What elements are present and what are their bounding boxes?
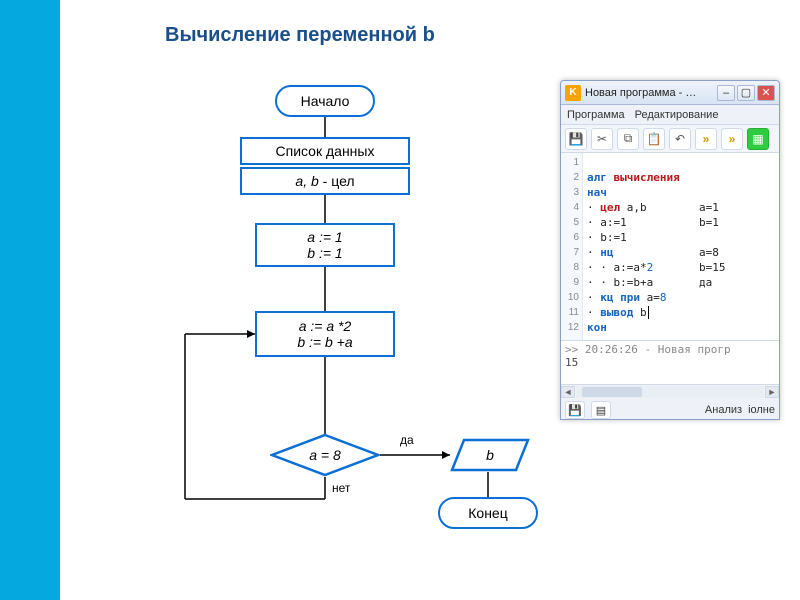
- left-sidebar: [0, 0, 60, 600]
- flow-loop-b: b := b +a: [297, 334, 352, 350]
- ide-menubar: Программа Редактирование: [561, 105, 779, 125]
- flow-edge-no: нет: [332, 481, 350, 495]
- h-scrollbar[interactable]: ◄ ►: [561, 385, 779, 399]
- app-icon: K: [565, 85, 581, 101]
- status-save-icon[interactable]: 💾: [565, 401, 585, 419]
- maximize-button[interactable]: ▢: [737, 85, 755, 101]
- flow-data-header: Список данных: [240, 137, 410, 165]
- undo-icon[interactable]: ↶: [669, 128, 691, 150]
- flow-decision: a = 8: [270, 433, 380, 477]
- flow-end-label: Конец: [468, 505, 507, 521]
- flow-data-decl-label: a, b - цел: [295, 173, 354, 189]
- scroll-left-icon[interactable]: ◄: [561, 386, 575, 398]
- status-analysis[interactable]: Анализ: [705, 404, 742, 416]
- scroll-thumb[interactable]: [582, 387, 642, 397]
- scroll-right-icon[interactable]: ►: [765, 386, 779, 398]
- ide-toolbar: 💾 ✂ ⧉ 📋 ↶ » » ▦: [561, 125, 779, 153]
- page-title: Вычисление переменной b: [165, 24, 435, 47]
- flow-end: Конец: [438, 497, 538, 529]
- code-editor[interactable]: 1 2 3 4 5 6 7 8 9 10 11 12 алг вычислени…: [561, 153, 779, 341]
- flow-init: a := 1 b := 1: [255, 223, 395, 267]
- menu-program[interactable]: Программа: [567, 109, 625, 121]
- flow-init-b: b := 1: [307, 245, 342, 261]
- copy-icon[interactable]: ⧉: [617, 128, 639, 150]
- flow-decision-label: a = 8: [270, 433, 380, 477]
- minimize-button[interactable]: –: [717, 85, 735, 101]
- ide-statusbar: 💾 ▤ Анализ iолне: [561, 399, 779, 420]
- code-area[interactable]: алг вычисления нач · цел a,b · a:=1 · b:…: [583, 153, 779, 340]
- menu-edit[interactable]: Редактирование: [635, 109, 719, 121]
- flow-edge-yes: да: [400, 433, 414, 447]
- flow-loop-a: a := a *2: [299, 318, 352, 334]
- flow-start: Начало: [275, 85, 375, 117]
- line-gutter: 1 2 3 4 5 6 7 8 9 10 11 12: [561, 153, 583, 340]
- toolbar-more-1[interactable]: »: [695, 128, 717, 150]
- toolbar-more-2[interactable]: »: [721, 128, 743, 150]
- ide-window: K Новая программа - … – ▢ ✕ Программа Ре…: [560, 80, 780, 420]
- flow-loop-body: a := a *2 b := b +a: [255, 311, 395, 357]
- flow-data-decl: a, b - цел: [240, 167, 410, 195]
- trace-column: a=1 b=1 a=8 b=15 да: [699, 155, 726, 290]
- flow-start-label: Начало: [301, 93, 350, 109]
- scroll-track[interactable]: [576, 386, 764, 398]
- status-full[interactable]: iолне: [748, 404, 775, 416]
- flow-output-label: b: [450, 438, 530, 472]
- flowchart: Начало Список данных a, b - цел a := 1 b…: [150, 75, 550, 575]
- ide-titlebar[interactable]: K Новая программа - … – ▢ ✕: [561, 81, 779, 105]
- save-icon[interactable]: 💾: [565, 128, 587, 150]
- flow-output: b: [450, 438, 530, 472]
- paste-icon[interactable]: 📋: [643, 128, 665, 150]
- run-icon[interactable]: ▦: [747, 128, 769, 150]
- flow-init-a: a := 1: [307, 229, 342, 245]
- flow-data-header-label: Список данных: [276, 143, 375, 159]
- ide-title-text: Новая программа - …: [585, 87, 715, 99]
- cut-icon[interactable]: ✂: [591, 128, 613, 150]
- close-button[interactable]: ✕: [757, 85, 775, 101]
- status-doc-icon[interactable]: ▤: [591, 401, 611, 419]
